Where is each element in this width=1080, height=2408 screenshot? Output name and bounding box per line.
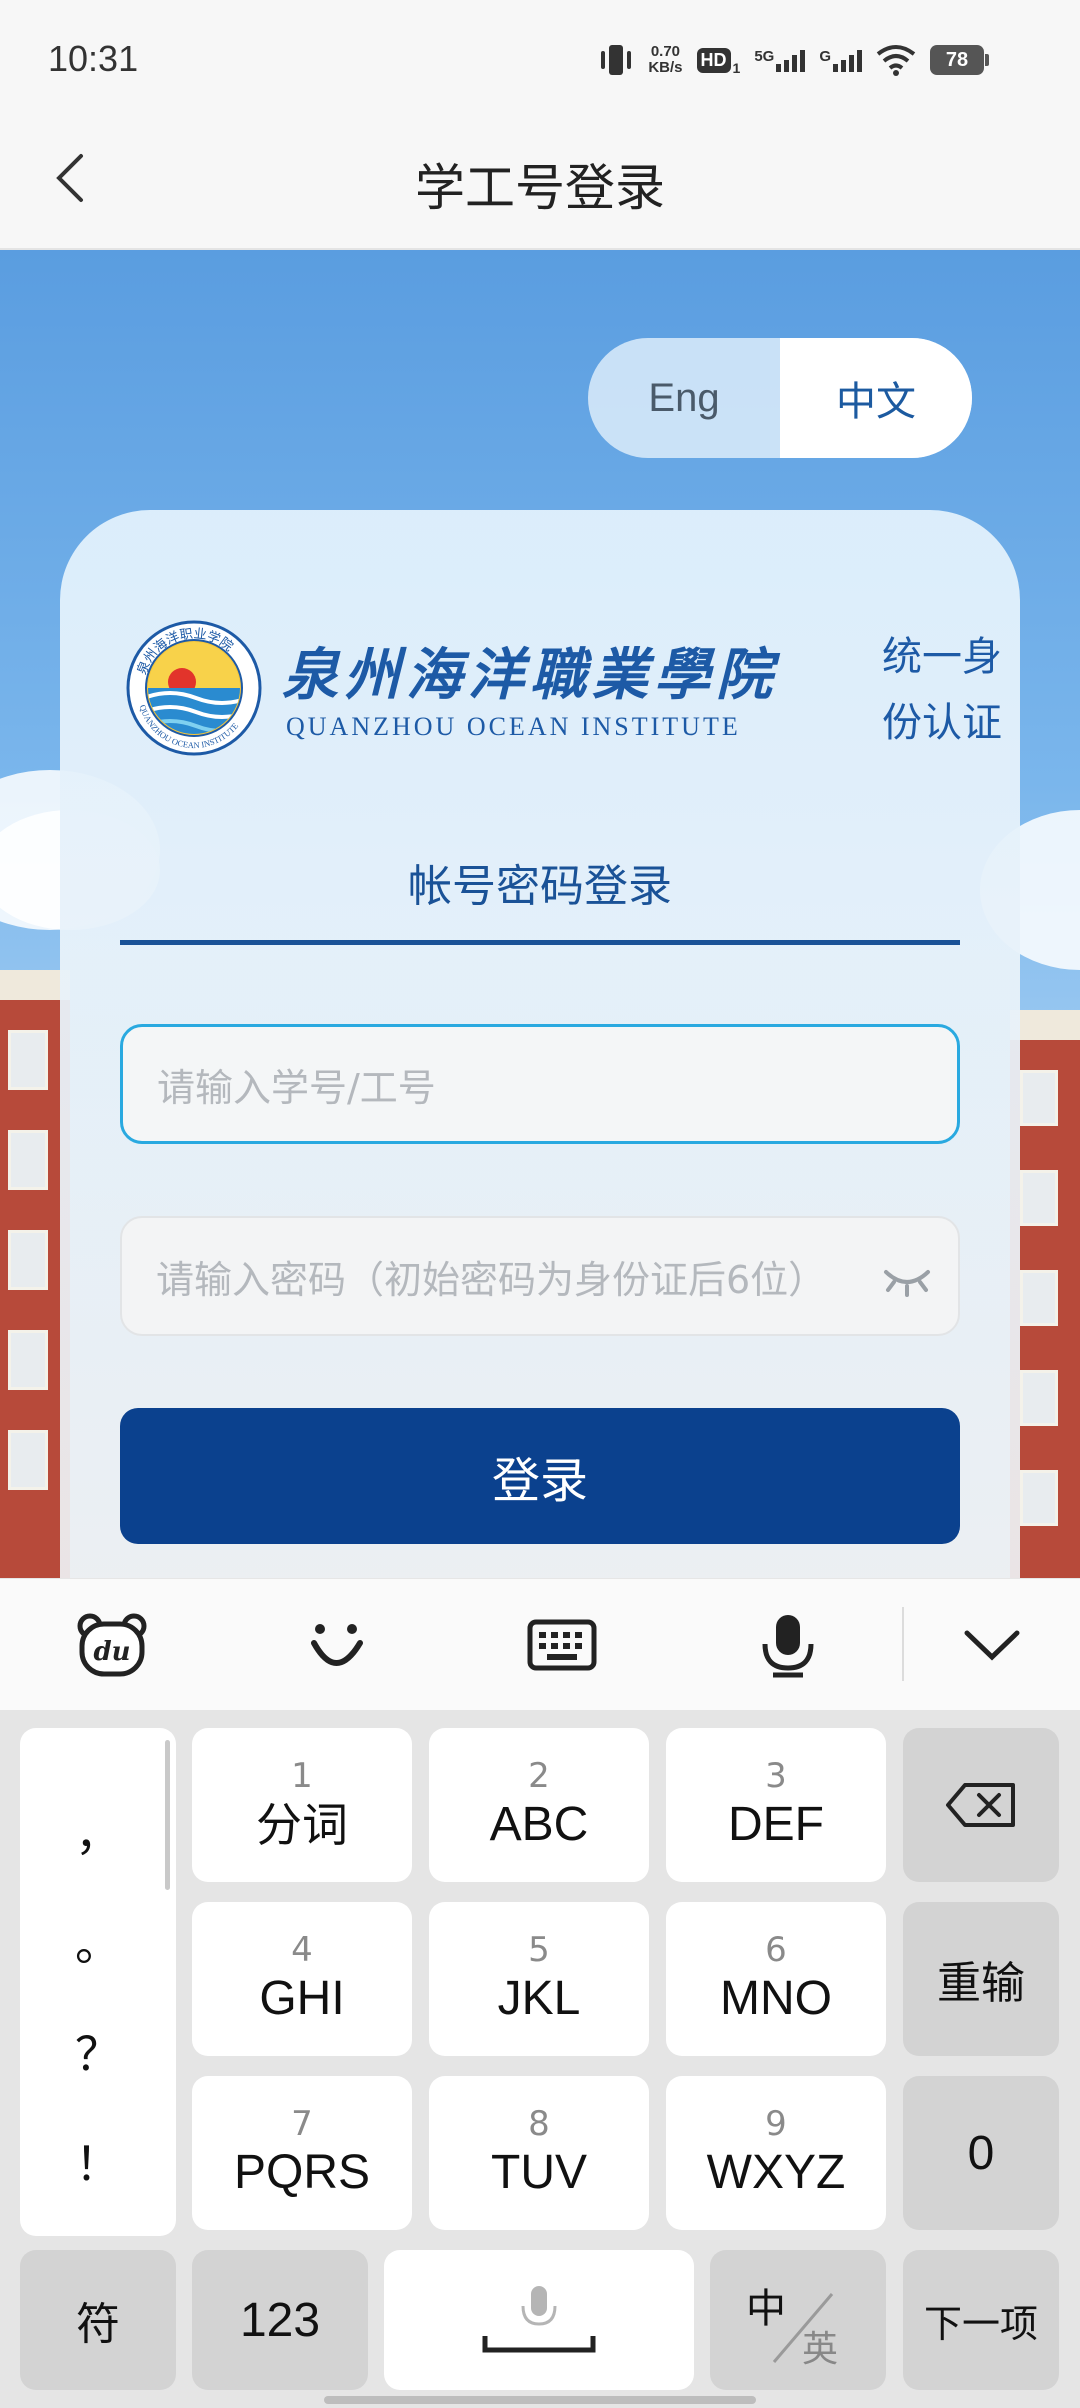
signal-g-icon: G: [819, 48, 862, 72]
eye-closed-icon[interactable]: [882, 1258, 932, 1298]
lang-option-chinese[interactable]: 中文: [780, 338, 972, 458]
toolbar-divider: [902, 1607, 904, 1681]
key-label: GHI: [259, 1972, 345, 2025]
space-mic-icon: [482, 2286, 596, 2353]
space-key[interactable]: [384, 2250, 694, 2390]
key-3-def[interactable]: 3 DEF: [666, 1728, 886, 1882]
hd-icon: HD: [696, 47, 731, 73]
unified-auth-label-line1: 统一身: [882, 634, 1002, 680]
t9-keyboard: ， 。 ？ ！ 1 分词 2 ABC 3 DEF 4 GHI 5 JKL 6 M…: [0, 1710, 1080, 2408]
login-button[interactable]: 登录: [120, 1408, 960, 1544]
key-label: ABC: [489, 1798, 589, 1851]
key-8-tuv[interactable]: 8 TUV: [429, 2076, 649, 2230]
reenter-key[interactable]: 重输: [903, 1902, 1059, 2056]
school-seal-logo: 泉州海洋职业学院 QUANZHOU OCEAN INSTITUTE: [126, 620, 262, 756]
du-bear-icon[interactable]: du: [72, 1605, 152, 1685]
backspace-key[interactable]: [903, 1728, 1059, 1882]
numeric-key[interactable]: 123: [192, 2250, 368, 2390]
key-number: 7: [291, 2104, 313, 2144]
key-9-wxyz[interactable]: 9 WXYZ: [666, 2076, 886, 2230]
language-toggle: Eng 中文: [588, 338, 972, 458]
status-time: 10:31: [48, 38, 139, 79]
hd-sim-number: 1: [732, 60, 741, 76]
lang-switch-key[interactable]: 中 英: [710, 2250, 886, 2390]
key-number: 8: [528, 2104, 550, 2144]
key-number: 2: [528, 1756, 550, 1796]
app-header: 学工号登录: [0, 108, 1080, 250]
signal-5g-label: 5G: [754, 48, 775, 65]
next-field-key[interactable]: 下一项: [903, 2250, 1059, 2390]
key-label: WXYZ: [706, 2146, 846, 2199]
signal-5g-icon: 5G: [754, 48, 806, 72]
zero-label: 0: [967, 2126, 995, 2180]
lang-switch-glyph: 中 英: [738, 2270, 858, 2370]
key-number: 3: [765, 1756, 787, 1796]
status-bar: 10:31 0.70 KB/s HD 1 5G G 78: [0, 0, 1080, 108]
school-brand: 泉州海洋职业学院 QUANZHOU OCEAN INSTITUTE 泉州海洋職業…: [126, 620, 1002, 770]
login-card: 泉州海洋职业学院 QUANZHOU OCEAN INSTITUTE 泉州海洋職業…: [60, 510, 1020, 1590]
unified-auth-label-line2: 份认证: [882, 700, 1002, 746]
key-6-mno[interactable]: 6 MNO: [666, 1902, 886, 2056]
keyboard-icon[interactable]: [522, 1605, 602, 1685]
key-5-jkl[interactable]: 5 JKL: [429, 1902, 649, 2056]
key-4-ghi[interactable]: 4 GHI: [192, 1902, 412, 2056]
battery-icon: 78: [930, 45, 989, 75]
unified-auth-label: 统一身 份认证: [882, 624, 1022, 756]
vibrate-icon: [601, 45, 632, 75]
lang-switch-sub: 英: [802, 2329, 839, 2370]
key-label: 分词: [256, 1798, 348, 1852]
key-label: TUV: [491, 2146, 587, 2199]
status-icons: 0.70 KB/s HD 1 5G G 78: [598, 40, 989, 80]
username-placeholder: 请输入学号/工号: [157, 1065, 436, 1110]
key-1-fenci[interactable]: 1 分词: [192, 1728, 412, 1882]
lang-option-english[interactable]: Eng: [588, 338, 780, 458]
reenter-label: 重输: [937, 1958, 1025, 2009]
punct-period[interactable]: 。: [20, 1908, 176, 1974]
key-number: 9: [765, 2104, 787, 2144]
tab-active-indicator: [120, 940, 960, 945]
symbol-label: 符: [76, 2299, 120, 2350]
key-label: PQRS: [233, 2146, 371, 2199]
key-2-abc[interactable]: 2 ABC: [429, 1728, 649, 1882]
numeric-label: 123: [239, 2293, 321, 2347]
punctuation-column[interactable]: ， 。 ？ ！: [20, 1728, 176, 2236]
hd-label: HD: [700, 49, 727, 70]
battery-level: 78: [945, 49, 969, 71]
key-number: 4: [291, 1930, 313, 1970]
net-speed: 0.70 KB/s: [648, 44, 682, 76]
school-name-cn: 泉州海洋職業學院: [282, 642, 778, 708]
emoji-icon[interactable]: [296, 1605, 376, 1685]
key-label: DEF: [728, 1798, 824, 1851]
home-indicator[interactable]: [324, 2396, 756, 2404]
password-input[interactable]: 请输入密码（初始密码为身份证后6位）: [120, 1216, 960, 1336]
chevron-down-icon[interactable]: [952, 1605, 1032, 1685]
key-number: 5: [528, 1930, 550, 1970]
punct-exclaim[interactable]: ！: [20, 2128, 176, 2194]
wifi-icon: [876, 45, 916, 76]
keyboard-toolbar: du: [0, 1578, 1080, 1710]
svg-text:du: du: [93, 1637, 130, 1667]
net-speed-value: 0.70: [650, 43, 681, 60]
punct-comma[interactable]: ，: [20, 1798, 176, 1864]
school-name-en: QUANZHOU OCEAN INSTITUTE: [286, 712, 741, 741]
key-0[interactable]: 0: [903, 2076, 1059, 2230]
tab-account-password-login[interactable]: 帐号密码登录: [120, 850, 960, 914]
next-label: 下一项: [923, 2301, 1038, 2346]
password-placeholder: 请输入密码（初始密码为身份证后6位）: [156, 1257, 827, 1302]
backspace-icon: [946, 1783, 1015, 1827]
username-input[interactable]: 请输入学号/工号: [120, 1024, 960, 1144]
key-7-pqrs[interactable]: 7 PQRS: [192, 2076, 412, 2230]
key-number: 6: [765, 1930, 787, 1970]
punct-question[interactable]: ？: [20, 2018, 176, 2084]
key-label: MNO: [720, 1972, 832, 2025]
signal-g-label: G: [819, 48, 831, 65]
net-speed-unit: KB/s: [648, 59, 683, 76]
microphone-icon[interactable]: [748, 1605, 828, 1685]
page-title: 学工号登录: [415, 159, 665, 217]
key-number: 1: [291, 1756, 313, 1796]
symbol-key[interactable]: 符: [20, 2250, 176, 2390]
key-label: JKL: [497, 1972, 581, 2025]
